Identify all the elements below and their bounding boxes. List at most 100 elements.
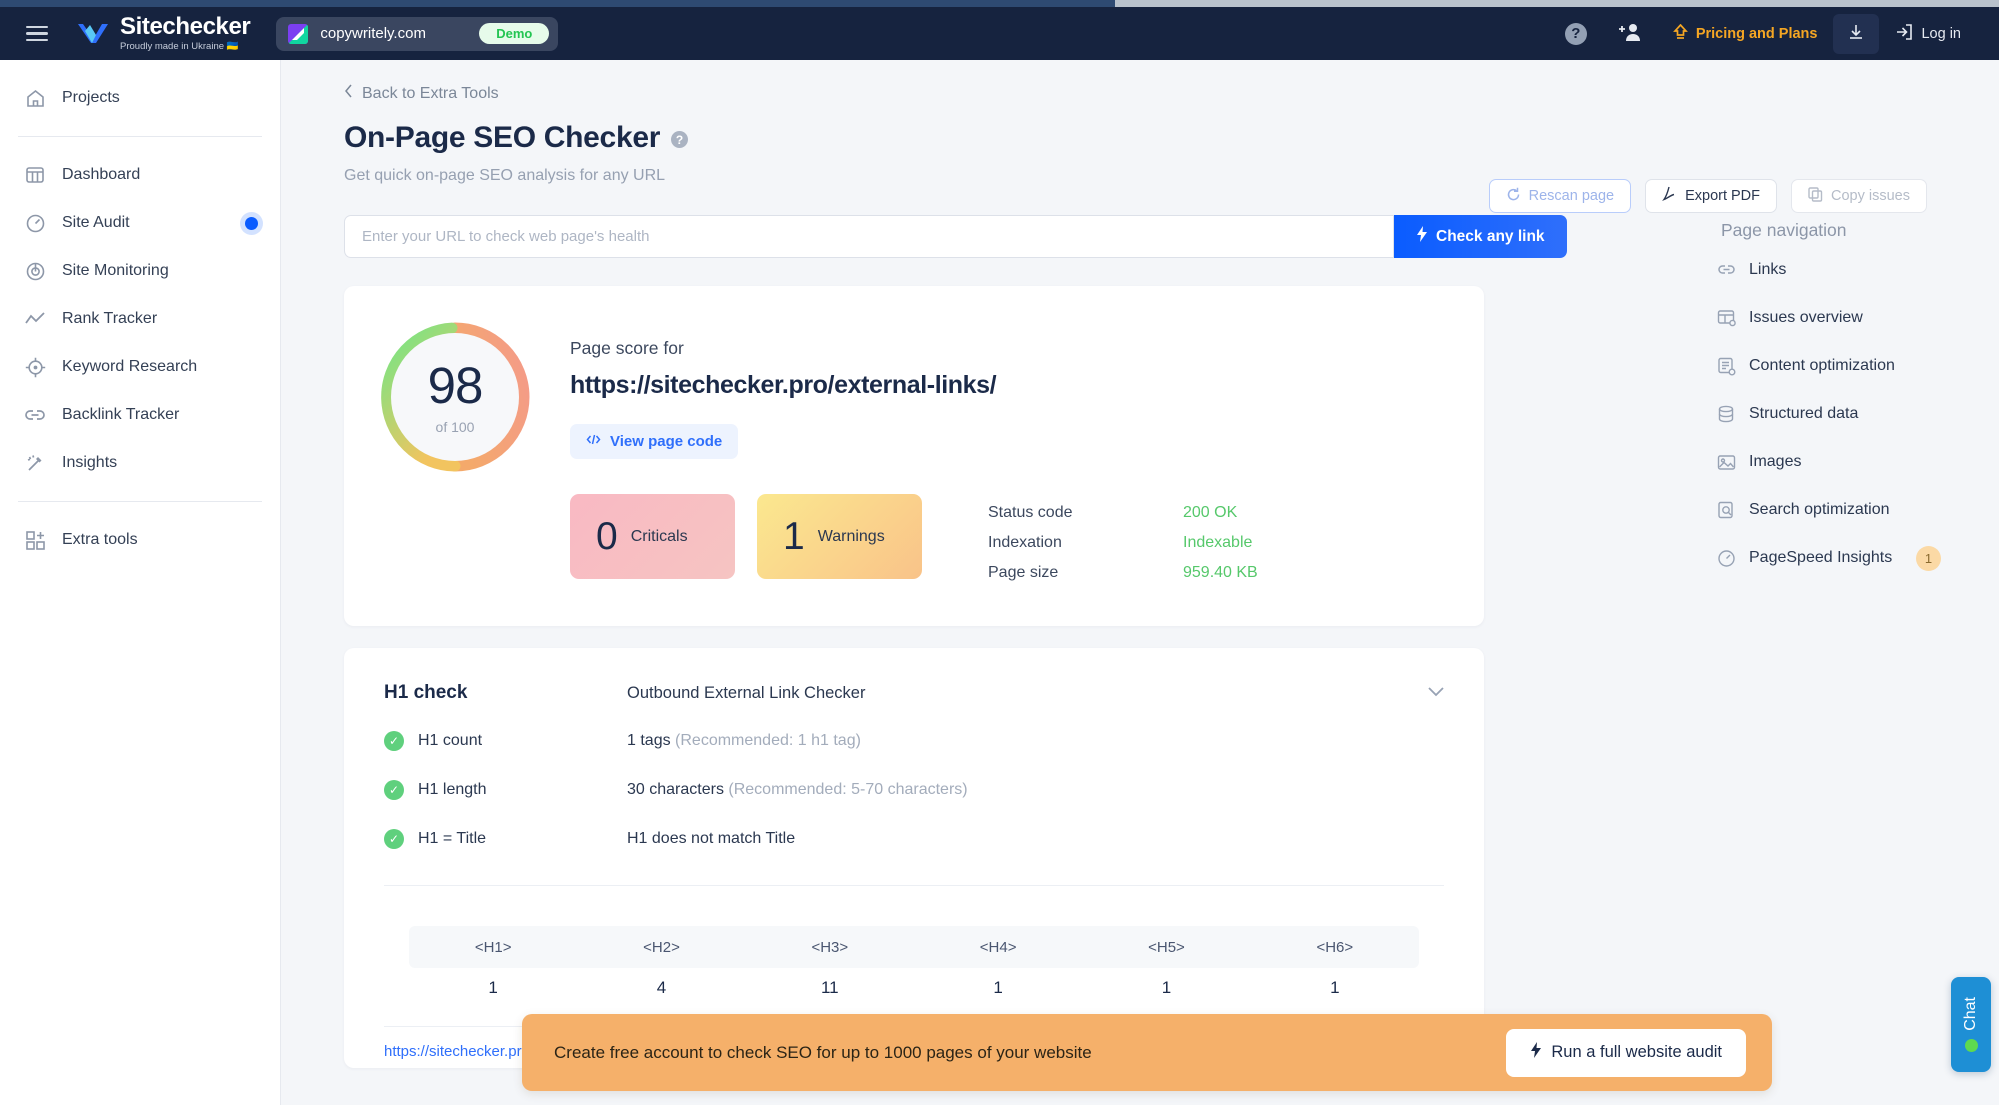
pdf-icon — [1662, 186, 1677, 206]
h1-title-match-label: H1 = Title — [418, 829, 487, 847]
page-nav-item-pagespeed-insights[interactable]: PageSpeed Insights 1 — [1717, 539, 1999, 577]
page-nav-item-images[interactable]: Images — [1717, 443, 1999, 481]
page-title-help-icon[interactable]: ? — [671, 131, 689, 148]
app-header: Sitechecker Proudly made in Ukraine 🇺🇦 c… — [0, 7, 1999, 60]
chevron-down-icon[interactable] — [1428, 684, 1444, 702]
meta-row: Status code 200 OK — [988, 498, 1258, 528]
login-label: Log in — [1921, 25, 1961, 42]
criticals-card[interactable]: 0 Criticals — [570, 494, 735, 579]
val-h2: 4 — [656, 978, 667, 997]
sidebar-item-site-audit[interactable]: Site Audit — [0, 199, 280, 247]
chevron-left-icon — [344, 84, 353, 103]
criticals-label: Criticals — [630, 527, 688, 545]
link-icon — [1717, 261, 1736, 280]
login-icon — [1895, 23, 1913, 45]
page-nav-item-links[interactable]: Links — [1717, 251, 1999, 289]
h1-length-label: H1 length — [418, 780, 487, 798]
magic-wand-icon — [24, 452, 46, 474]
image-icon — [1717, 453, 1736, 472]
view-code-label: View page code — [610, 433, 723, 450]
sidebar-item-backlink-tracker[interactable]: Backlink Tracker — [0, 391, 280, 439]
warnings-card[interactable]: 1 Warnings — [757, 494, 922, 579]
rescan-label: Rescan page — [1528, 188, 1615, 204]
header-actions: ? Pricing and Plans Log in — [1549, 13, 1999, 54]
h1-title-match-value: H1 does not match Title — [627, 829, 796, 847]
gauge-icon — [24, 212, 46, 234]
sidebar-item-rank-tracker[interactable]: Rank Tracker — [0, 295, 280, 343]
home-icon — [24, 87, 46, 109]
h1-count-value: 1 tags — [627, 731, 671, 749]
back-label: Back to Extra Tools — [362, 84, 499, 102]
hamburger-icon[interactable] — [26, 25, 48, 42]
help-button[interactable]: ? — [1549, 14, 1603, 54]
page-nav-item-issues-overview[interactable]: Issues overview — [1717, 299, 1999, 337]
lightning-icon — [1416, 226, 1428, 247]
check-circle-icon: ✓ — [384, 779, 404, 800]
sidebar-item-dashboard[interactable]: Dashboard — [0, 151, 280, 199]
col-h1: <H1> — [474, 938, 512, 956]
sidebar-item-extra-tools[interactable]: Extra tools — [0, 516, 280, 564]
page-navigation-title: Page navigation — [1721, 220, 1847, 240]
page-nav-label: Search optimization — [1749, 501, 1890, 518]
col-h6: <H6> — [1316, 938, 1354, 956]
page-nav-item-search-optimization[interactable]: Search optimization — [1717, 491, 1999, 529]
val-h3: 11 — [820, 978, 839, 997]
sidebar-item-site-monitoring[interactable]: Site Monitoring — [0, 247, 280, 295]
page-nav-item-structured-data[interactable]: Structured data — [1717, 395, 1999, 433]
page-nav-label: Links — [1749, 261, 1787, 278]
run-full-website-audit-button[interactable]: Run a full website audit — [1506, 1028, 1746, 1077]
sidebar-divider-2 — [18, 501, 262, 502]
download-button[interactable] — [1833, 13, 1880, 54]
h1-title-match-row: ✓ H1 = Title H1 does not match Title — [384, 814, 1444, 863]
radar-icon — [24, 260, 46, 282]
warnings-value: 1 — [783, 515, 805, 558]
search-doc-icon — [1717, 501, 1736, 520]
main-sidebar: Projects Dashboard Site Audit Site Monit… — [0, 60, 281, 1105]
page-nav-label: PageSpeed Insights — [1749, 549, 1893, 566]
site-audit-active-dot — [245, 216, 258, 230]
score-stats-row: 0 Criticals 1 Warnings Status code 200 O… — [570, 494, 1258, 588]
invite-user-button[interactable] — [1603, 14, 1657, 54]
col-h3: <H3> — [811, 938, 849, 956]
current-site-selector[interactable]: copywritely.com Demo — [276, 16, 559, 51]
sidebar-item-projects[interactable]: Projects — [0, 74, 280, 122]
page-nav-label: Content optimization — [1749, 357, 1895, 374]
page-nav-label: Structured data — [1749, 405, 1859, 422]
rescan-page-button[interactable]: Rescan page — [1488, 179, 1632, 213]
indexation-label: Indexation — [988, 534, 1062, 551]
col-h4: <H4> — [979, 938, 1017, 956]
trend-line-icon — [24, 308, 46, 330]
h1-count-row: ✓ H1 count 1 tags (Recommended: 1 h1 tag… — [384, 716, 1444, 765]
download-icon — [1847, 23, 1865, 45]
online-dot-icon — [1964, 1038, 1978, 1052]
page-nav-item-content-optimization[interactable]: Content optimization — [1717, 347, 1999, 385]
url-input[interactable] — [344, 215, 1394, 258]
pricing-and-plans-link[interactable]: Pricing and Plans — [1657, 14, 1834, 54]
score-of-label: of 100 — [435, 418, 475, 435]
issues-icon — [1717, 309, 1736, 328]
col-h2: <H2> — [643, 938, 680, 956]
h1-check-section: H1 check Outbound External Link Checker … — [344, 648, 1484, 896]
app-root: Sitechecker Proudly made in Ukraine 🇺🇦 c… — [0, 0, 1999, 1105]
sidebar-item-keyword-research[interactable]: Keyword Research — [0, 343, 280, 391]
chat-label: Chat — [1962, 997, 1979, 1031]
view-page-code-button[interactable]: View page code — [570, 424, 739, 459]
page-meta-list: Status code 200 OK Indexation Indexable … — [988, 494, 1258, 588]
score-details: Page score for https://sitechecker.pro/e… — [570, 322, 1258, 588]
sidebar-item-insights[interactable]: Insights — [0, 439, 280, 487]
banner-message: Create free account to check SEO for up … — [554, 1042, 1092, 1062]
scanned-url: https://sitechecker.pro/external-links/ — [570, 371, 997, 399]
criticals-value: 0 — [596, 515, 618, 558]
link-icon — [24, 404, 46, 426]
login-button[interactable]: Log in — [1879, 14, 1977, 54]
check-circle-icon: ✓ — [384, 730, 404, 751]
h1-check-header[interactable]: H1 check Outbound External Link Checker — [384, 682, 1444, 704]
page-title: On-Page SEO Checker — [344, 121, 661, 154]
chat-widget-button[interactable]: Chat — [1951, 977, 1991, 1072]
check-any-link-button[interactable]: Check any link — [1394, 215, 1567, 258]
brand-logo[interactable]: Sitechecker Proudly made in Ukraine 🇺🇦 — [76, 15, 251, 52]
status-code-value: 200 OK — [1183, 504, 1238, 521]
upgrade-arrow-icon — [1672, 23, 1688, 44]
pricing-label: Pricing and Plans — [1695, 25, 1818, 42]
h1-count-recommendation: (Recommended: 1 h1 tag) — [675, 731, 861, 749]
